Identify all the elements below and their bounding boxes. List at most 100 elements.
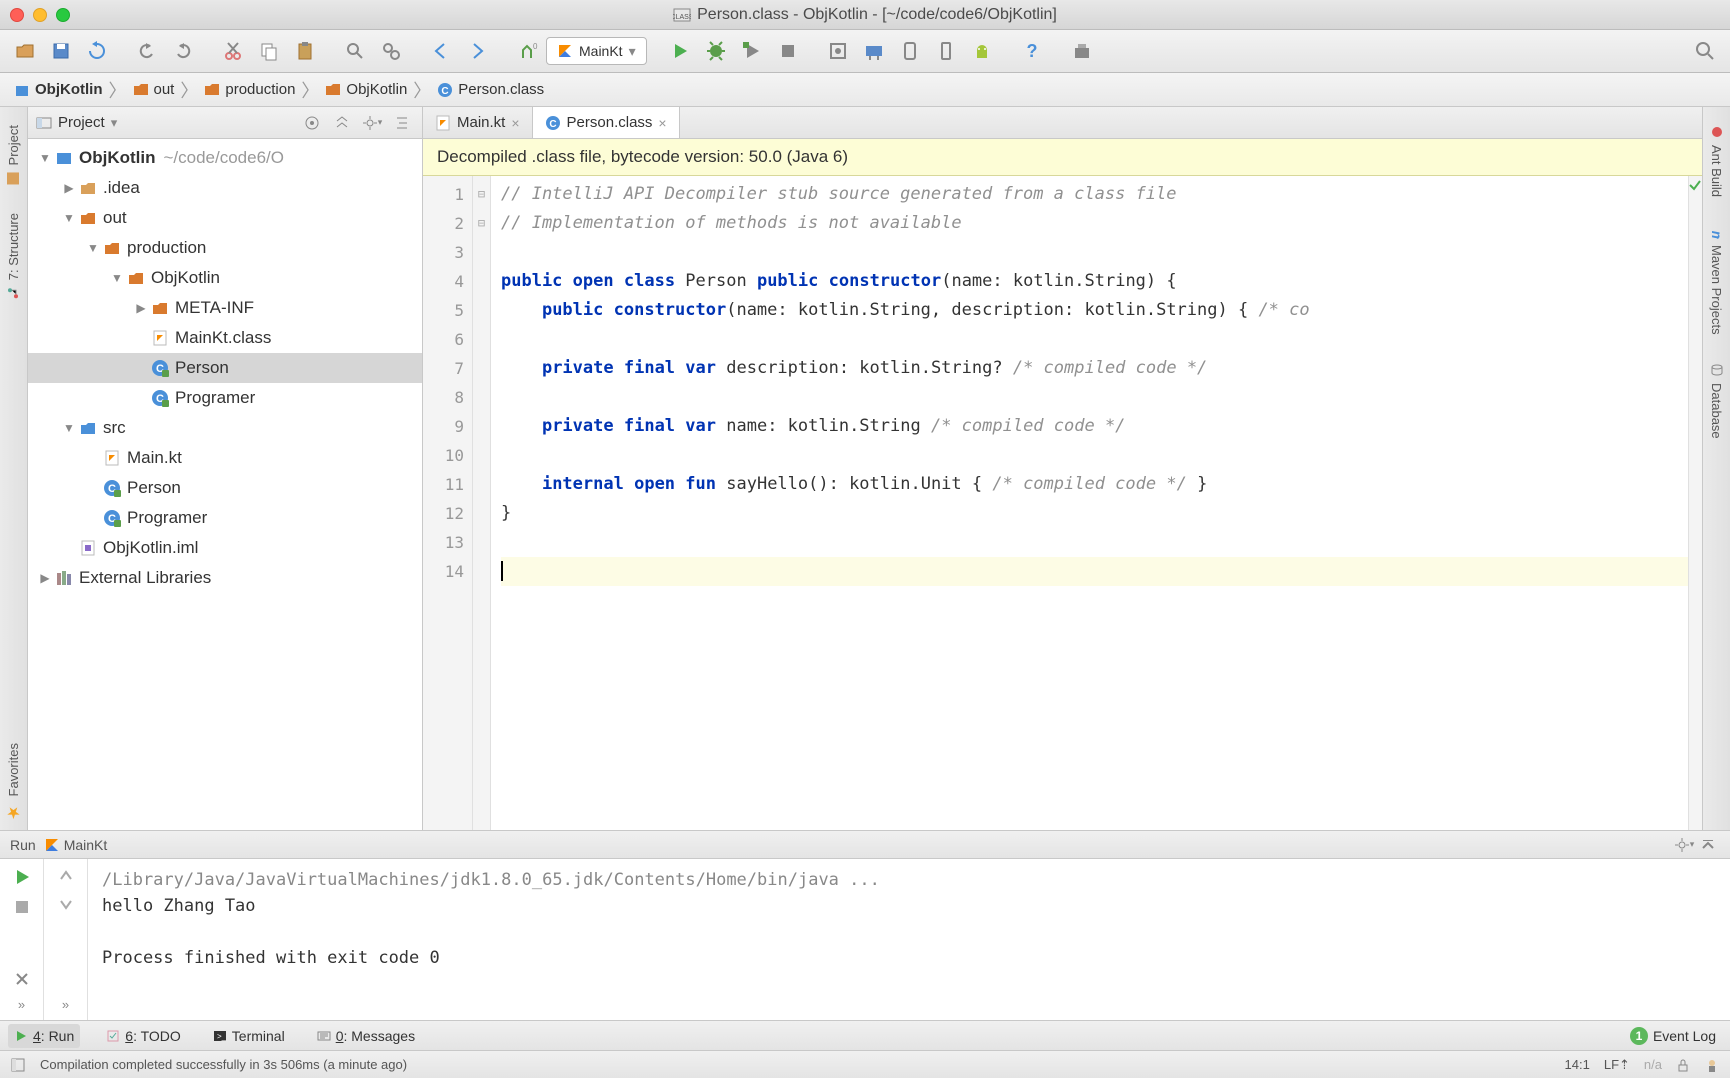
stop-process-button[interactable] [12, 897, 32, 917]
right-tool-stripe: Ant Build mMaven Projects Database [1702, 107, 1730, 830]
crumb-production[interactable]: production [196, 77, 303, 102]
close-button[interactable] [14, 971, 30, 987]
todo-icon [106, 1029, 120, 1043]
folder-icon [325, 82, 341, 98]
structure-tool-tab[interactable]: 7: Structure [4, 205, 23, 308]
navigation-bar: ObjKotlin 〉 out 〉 production 〉 ObjKotlin… [0, 73, 1730, 107]
run-config-selector[interactable]: MainKt ▾ [546, 37, 647, 65]
event-log-tab[interactable]: 1Event Log [1624, 1023, 1722, 1049]
ddms-button[interactable] [893, 34, 927, 68]
copy-button[interactable] [252, 34, 286, 68]
tree-src[interactable]: ▼src [28, 413, 422, 443]
crumb-objkotlin[interactable]: ObjKotlin [317, 77, 415, 102]
terminal-tab[interactable]: >_Terminal [207, 1024, 291, 1048]
gradle-button[interactable] [1065, 34, 1099, 68]
run-tab[interactable]: 4: Run [8, 1024, 80, 1048]
crumb-out[interactable]: out [125, 77, 183, 102]
open-file-button[interactable] [8, 34, 42, 68]
device-button[interactable] [929, 34, 963, 68]
crumb-root[interactable]: ObjKotlin [6, 77, 111, 102]
tab-mainkt[interactable]: Main.kt× [423, 107, 533, 138]
status-icon[interactable] [10, 1057, 26, 1073]
sync-button[interactable] [80, 34, 114, 68]
scroll-from-source-button[interactable] [300, 111, 324, 135]
settings-button[interactable]: ▾ [360, 111, 384, 135]
zoom-window[interactable] [56, 8, 70, 22]
favorites-tool-tab[interactable]: ★Favorites [4, 735, 23, 830]
ant-icon [1710, 125, 1724, 139]
forward-button[interactable] [460, 34, 494, 68]
back-button[interactable] [424, 34, 458, 68]
maven-tab[interactable]: mMaven Projects [1707, 217, 1726, 343]
up-button[interactable] [57, 867, 75, 885]
coverage-button[interactable] [735, 34, 769, 68]
close-window[interactable] [10, 8, 24, 22]
file-encoding[interactable]: n/a [1644, 1057, 1662, 1072]
tree-metainf[interactable]: ▶META-INF [28, 293, 422, 323]
collapse-all-button[interactable] [330, 111, 354, 135]
tree-production[interactable]: ▼production [28, 233, 422, 263]
main-area: Project 7: Structure ★Favorites Project … [0, 107, 1730, 830]
tree-objkotlin-out[interactable]: ▼ObjKotlin [28, 263, 422, 293]
tree-external-libs[interactable]: ▶External Libraries [28, 563, 422, 593]
crumb-file[interactable]: CPerson.class [429, 77, 552, 102]
close-tab-icon[interactable]: × [658, 115, 666, 131]
undo-button[interactable] [130, 34, 164, 68]
code-content[interactable]: // IntelliJ API Decompiler stub source g… [491, 176, 1688, 830]
cursor-position[interactable]: 14:1 [1565, 1057, 1590, 1072]
cut-button[interactable] [216, 34, 250, 68]
tree-out[interactable]: ▼out [28, 203, 422, 233]
tree-idea[interactable]: ▶.idea [28, 173, 422, 203]
tree-src-person[interactable]: CPerson [28, 473, 422, 503]
tab-person-class[interactable]: CPerson.class× [533, 107, 680, 138]
debug-button[interactable] [699, 34, 733, 68]
run-output[interactable]: /Library/Java/JavaVirtualMachines/jdk1.8… [88, 859, 1730, 1020]
help-button[interactable]: ? [1015, 34, 1049, 68]
rerun-button[interactable] [12, 867, 32, 887]
avd-button[interactable] [821, 34, 855, 68]
code-editor[interactable]: 1234567891011121314 ⊟⊟ // IntelliJ API D… [423, 176, 1702, 830]
ant-build-tab[interactable]: Ant Build [1707, 117, 1726, 205]
tree-src-programer[interactable]: CProgramer [28, 503, 422, 533]
fold-gutter[interactable]: ⊟⊟ [473, 176, 491, 830]
tree-iml[interactable]: ObjKotlin.iml [28, 533, 422, 563]
play-icon [14, 1029, 28, 1043]
project-view-icon [36, 115, 52, 131]
hide-button[interactable] [390, 111, 414, 135]
paste-button[interactable] [288, 34, 322, 68]
todo-tab[interactable]: 6: TODO [100, 1024, 187, 1048]
close-tab-icon[interactable]: × [511, 115, 519, 131]
lock-icon[interactable] [1676, 1058, 1690, 1072]
database-tab[interactable]: Database [1707, 355, 1726, 447]
error-stripe[interactable] [1688, 176, 1702, 830]
more-button[interactable]: » [18, 997, 25, 1012]
find-button[interactable] [338, 34, 372, 68]
more-nav-button[interactable]: » [62, 997, 69, 1012]
folder-icon [204, 82, 220, 98]
svg-text:m: m [1710, 231, 1724, 239]
project-tool-header: Project ▾ ▾ [28, 107, 422, 139]
search-everywhere-button[interactable] [1688, 34, 1722, 68]
tree-root[interactable]: ▼ObjKotlin~/code/code6/O [28, 143, 422, 173]
save-all-button[interactable] [44, 34, 78, 68]
build-button[interactable]: 01 [510, 34, 544, 68]
hector-icon[interactable] [1704, 1057, 1720, 1073]
down-button[interactable] [57, 895, 75, 913]
project-tree[interactable]: ▼ObjKotlin~/code/code6/O ▶.idea ▼out ▼pr… [28, 139, 422, 830]
line-separator[interactable]: LF⇡ [1604, 1057, 1630, 1073]
project-tool-tab[interactable]: Project [4, 117, 23, 193]
android-button[interactable] [965, 34, 999, 68]
tree-person-class[interactable]: CPerson [28, 353, 422, 383]
messages-tab[interactable]: 0: Messages [311, 1024, 421, 1048]
minimize-window[interactable] [33, 8, 47, 22]
tree-programer-class[interactable]: CProgramer [28, 383, 422, 413]
run-hide-button[interactable] [1696, 833, 1720, 857]
stop-button[interactable] [771, 34, 805, 68]
sdk-button[interactable] [857, 34, 891, 68]
tree-mainkt-class[interactable]: MainKt.class [28, 323, 422, 353]
replace-button[interactable] [374, 34, 408, 68]
run-button[interactable] [663, 34, 697, 68]
tree-mainkt[interactable]: Main.kt [28, 443, 422, 473]
run-settings-button[interactable]: ▾ [1672, 833, 1696, 857]
redo-button[interactable] [166, 34, 200, 68]
